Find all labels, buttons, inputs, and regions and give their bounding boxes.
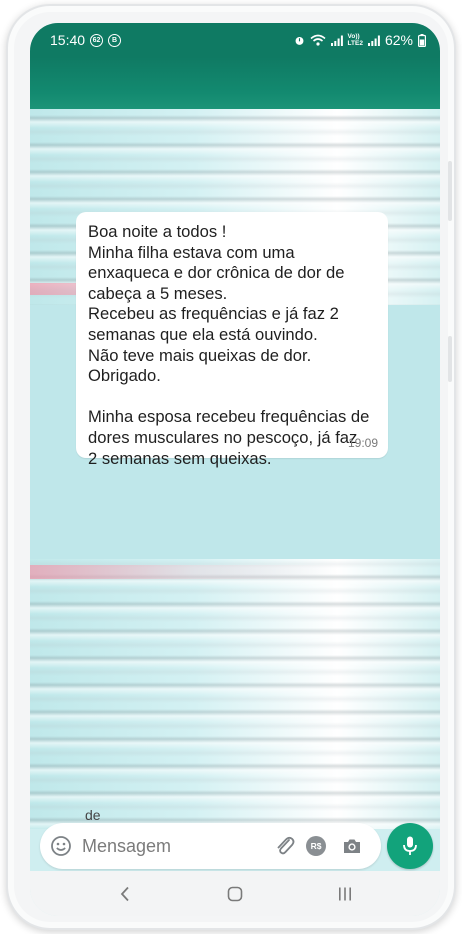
message-line: Obrigado. [88,366,161,386]
message-text: Boa noite a todos ! Minha filha estava c… [88,222,374,469]
message-timestamp: 19:09 [347,436,378,450]
message-line: 2 semanas sem queixas. [88,448,272,468]
message-line [88,387,374,408]
emoji-icon[interactable] [50,835,72,857]
status-bar: 15:40 62 B Vo)) LTE2 62% [30,23,440,57]
message-line: Minha esposa recebeu frequências de [88,407,370,427]
signal-icon [367,35,380,46]
message-line: Recebeu as frequências e já faz 2 [88,304,339,324]
microphone-button[interactable] [387,823,433,869]
message-line: enxaqueca e dor crônica de dor de [88,263,345,283]
blurred-band [30,565,440,579]
payment-button[interactable]: R$ [306,836,326,856]
message-line: Não teve mais queixas de dor. [88,345,312,365]
recent-apps-icon[interactable] [330,879,360,909]
notification-badge: B [108,33,122,47]
system-nav-bar [30,871,440,916]
back-icon[interactable] [110,879,140,909]
chat-header [30,57,440,109]
microphone-icon [401,835,419,857]
status-time: 15:40 [50,32,86,48]
home-icon[interactable] [220,879,250,909]
message-line: semanas que ela está ouvindo. [88,324,318,344]
message-line: dores musculares no pescoço, já faz [88,427,358,447]
camera-icon[interactable] [341,835,363,857]
signal-icon [330,35,343,46]
phone-screen: 15:40 62 B Vo)) LTE2 62% Boa noite a tod… [30,23,440,916]
message-line: Boa noite a todos ! [88,222,227,241]
battery-icon [418,33,426,47]
message-line: cabeça a 5 meses. [88,283,228,303]
network-label: Vo)) LTE2 [347,33,363,47]
message-bubble[interactable]: Boa noite a todos ! Minha filha estava c… [76,212,388,468]
paperclip-icon[interactable] [274,834,296,858]
volume-button [448,161,452,221]
notification-badge: 62 [90,33,104,47]
phone-frame: 15:40 62 B Vo)) LTE2 62% Boa noite a tod… [6,4,456,930]
power-button [448,336,452,382]
alarm-icon [294,35,305,46]
message-composer: R$ [40,823,381,869]
battery-percent: 62% [384,32,413,48]
partial-message-text: de [85,807,101,823]
wifi-icon [310,34,326,46]
message-line: Minha filha estava com uma [88,242,295,262]
message-input[interactable] [82,833,242,859]
